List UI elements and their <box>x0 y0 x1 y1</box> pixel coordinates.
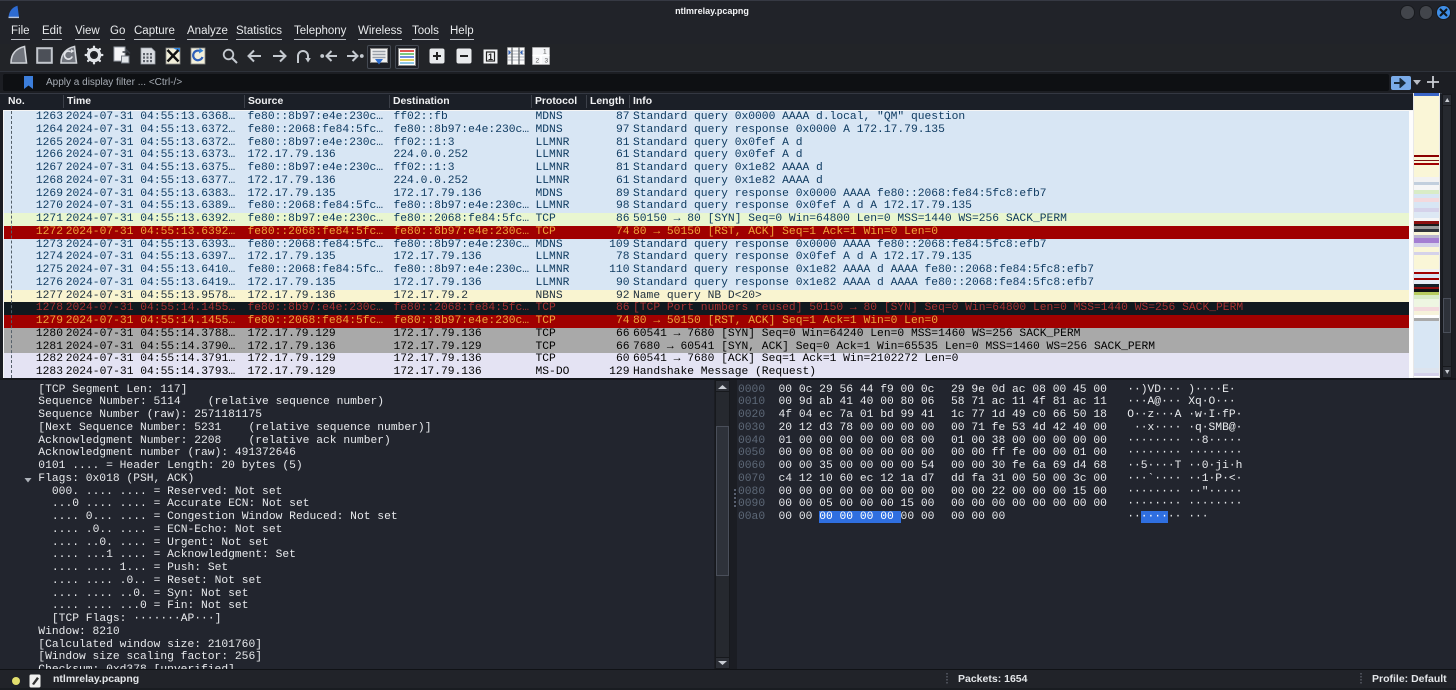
svg-text:1: 1 <box>543 49 547 56</box>
svg-text:1: 1 <box>488 52 493 62</box>
svg-text:3: 3 <box>545 58 549 65</box>
svg-text:2: 2 <box>536 58 540 65</box>
